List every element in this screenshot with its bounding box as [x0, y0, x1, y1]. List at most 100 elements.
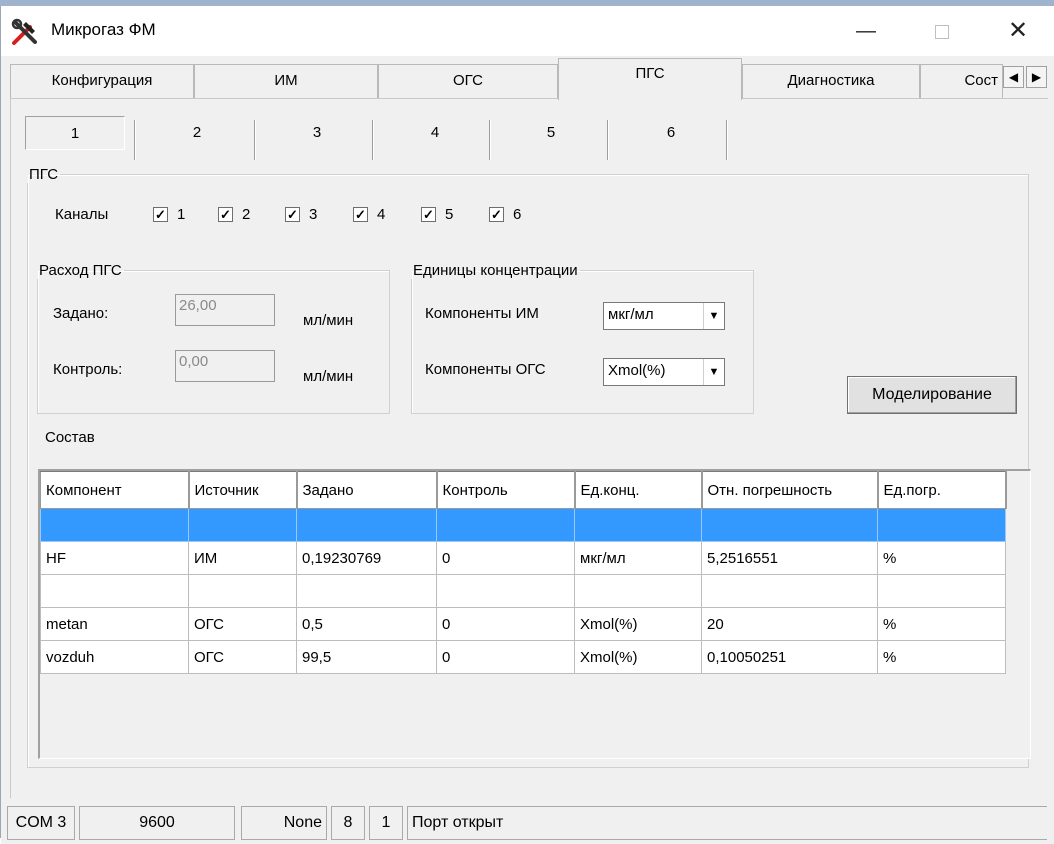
table-cell[interactable]: %	[877, 541, 1006, 575]
tab-pgs[interactable]: ПГС	[558, 58, 742, 100]
table-cell[interactable]: 0	[436, 541, 575, 575]
flow-group-title: Расход ПГС	[39, 262, 122, 279]
col-header-rel-error[interactable]: Отн. погрешность	[701, 471, 879, 509]
table-header: Компонент Источник Задано Контроль Ед.ко…	[40, 471, 1007, 509]
units-group: Единицы концентрации	[411, 262, 754, 414]
composition-grid[interactable]: Компонент Источник Задано Контроль Ед.ко…	[38, 469, 1031, 759]
table-cell[interactable]	[701, 508, 878, 542]
composition-label: Состав	[45, 429, 95, 446]
minimize-button[interactable]: —	[843, 12, 889, 50]
table-cell[interactable]: %	[877, 607, 1006, 641]
tab-configuration[interactable]: Конфигурация	[10, 64, 194, 98]
table-cell[interactable]: 0	[436, 607, 575, 641]
scroll-left-icon[interactable]: ◀	[1003, 66, 1024, 88]
units-ogs-select[interactable]: Xmol(%) ▼	[603, 358, 725, 386]
table-cell[interactable]: Xmol(%)	[574, 640, 702, 674]
chevron-down-icon[interactable]: ▼	[703, 303, 724, 329]
subtab-6[interactable]: 6	[621, 116, 721, 150]
channel-2-checkbox[interactable]: ✓	[218, 207, 233, 222]
tab-composition[interactable]: Сост	[920, 64, 1003, 98]
table-cell[interactable]: 5,2516551	[701, 541, 878, 575]
table-cell[interactable]: мкг/мл	[574, 541, 702, 575]
table-cell[interactable]: ОГС	[188, 607, 297, 641]
table-cell[interactable]	[188, 508, 297, 542]
subtab-3[interactable]: 3	[267, 116, 367, 150]
table-cell[interactable]	[877, 508, 1006, 542]
channel-5-checkbox[interactable]: ✓	[421, 207, 436, 222]
scroll-right-icon[interactable]: ▶	[1026, 66, 1047, 88]
status-parity: None	[241, 806, 327, 840]
table-cell[interactable]	[574, 574, 702, 608]
units-im-value: мкг/мл	[608, 306, 654, 323]
table-cell[interactable]	[436, 574, 575, 608]
close-button[interactable]: ✕	[995, 12, 1041, 50]
table-cell[interactable]: %	[877, 640, 1006, 674]
modeling-button[interactable]: Моделирование	[847, 376, 1017, 414]
table-cell[interactable]	[40, 508, 189, 542]
subtab-separator	[134, 120, 136, 160]
app-tools-icon	[11, 18, 37, 45]
title-bar: Микрогаз ФМ — ✕	[1, 6, 1054, 56]
col-header-set[interactable]: Задано	[296, 471, 438, 509]
table-cell[interactable]	[188, 574, 297, 608]
flow-ctrl-field[interactable]: 0,00	[175, 350, 275, 382]
subtab-separator	[372, 120, 374, 160]
subtab-separator	[607, 120, 609, 160]
table-row[interactable]	[40, 574, 1006, 608]
subtab-1[interactable]: 1	[25, 116, 125, 150]
col-header-source[interactable]: Источник	[188, 471, 298, 509]
table-cell[interactable]: 0,19230769	[296, 541, 437, 575]
table-row[interactable]: metan ОГС 0,5 0 Xmol(%) 20 %	[40, 607, 1006, 641]
table-cell[interactable]: 0,10050251	[701, 640, 878, 674]
table-cell[interactable]	[296, 574, 437, 608]
table-row[interactable]: vozduh ОГС 99,5 0 Xmol(%) 0,10050251 %	[40, 640, 1006, 674]
tab-im[interactable]: ИМ	[194, 64, 378, 98]
table-cell[interactable]	[574, 508, 702, 542]
table-cell[interactable]	[296, 508, 437, 542]
table-row[interactable]	[40, 508, 1006, 542]
col-header-unit[interactable]: Ед.конц.	[574, 471, 703, 509]
channels-label: Каналы	[55, 206, 109, 223]
table-cell[interactable]: Xmol(%)	[574, 607, 702, 641]
maximize-button[interactable]	[919, 12, 965, 50]
status-stopbits: 1	[369, 806, 403, 840]
channel-3-label: 3	[309, 206, 318, 223]
channel-4-checkbox[interactable]: ✓	[353, 207, 368, 222]
table-cell[interactable]: HF	[40, 541, 189, 575]
table-row[interactable]: HF ИМ 0,19230769 0 мкг/мл 5,2516551 %	[40, 541, 1006, 575]
flow-set-field[interactable]: 26,00	[175, 294, 275, 326]
status-message: Порт открыт	[407, 806, 1047, 840]
units-ogs-value: Xmol(%)	[608, 362, 666, 379]
tab-ogs[interactable]: ОГС	[378, 64, 558, 98]
table-cell[interactable]: metan	[40, 607, 189, 641]
channel-1-checkbox[interactable]: ✓	[153, 207, 168, 222]
table-cell[interactable]	[436, 508, 575, 542]
table-cell[interactable]: 0,5	[296, 607, 437, 641]
flow-group: Расход ПГС	[37, 262, 390, 414]
table-cell[interactable]: vozduh	[40, 640, 189, 674]
table-cell[interactable]: ОГС	[188, 640, 297, 674]
channel-1-label: 1	[177, 206, 186, 223]
table-cell[interactable]	[877, 574, 1006, 608]
table-cell[interactable]	[701, 574, 878, 608]
window-title: Микрогаз ФМ	[51, 20, 156, 39]
app-window: Микрогаз ФМ — ✕ Конфигурация ИМ ОГС ПГС …	[0, 6, 1054, 844]
channel-3-checkbox[interactable]: ✓	[285, 207, 300, 222]
col-header-error-unit[interactable]: Ед.погр.	[877, 471, 1007, 509]
subtab-4[interactable]: 4	[385, 116, 485, 150]
table-cell[interactable]	[40, 574, 189, 608]
table-cell[interactable]: 99,5	[296, 640, 437, 674]
col-header-component[interactable]: Компонент	[40, 471, 190, 509]
subtab-separator	[254, 120, 256, 160]
channel-6-checkbox[interactable]: ✓	[489, 207, 504, 222]
table-cell[interactable]: ИМ	[188, 541, 297, 575]
units-ogs-label: Компоненты ОГС	[425, 361, 546, 378]
units-im-select[interactable]: мкг/мл ▼	[603, 302, 725, 330]
col-header-control[interactable]: Контроль	[436, 471, 576, 509]
subtab-5[interactable]: 5	[501, 116, 601, 150]
table-cell[interactable]: 20	[701, 607, 878, 641]
subtab-2[interactable]: 2	[147, 116, 247, 150]
table-cell[interactable]: 0	[436, 640, 575, 674]
chevron-down-icon[interactable]: ▼	[703, 359, 724, 385]
tab-diagnostics[interactable]: Диагностика	[742, 64, 920, 98]
